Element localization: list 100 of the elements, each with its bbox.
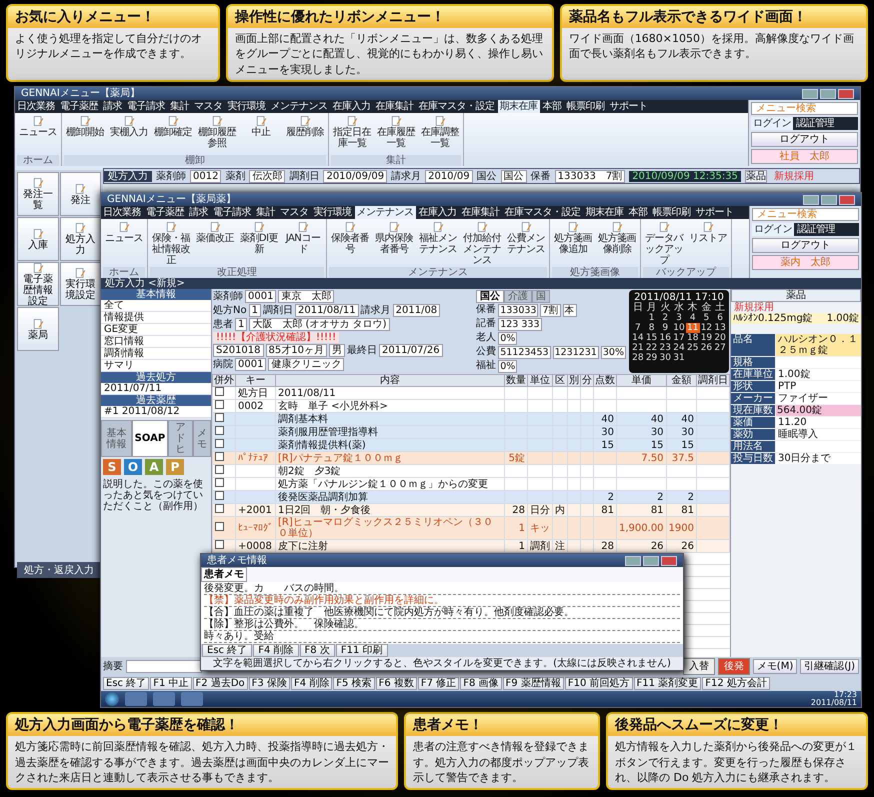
field-value[interactable]: 1 <box>248 304 261 318</box>
menu-tab[interactable]: 在庫集計 <box>460 206 502 220</box>
field-value[interactable]: 男 <box>328 344 345 358</box>
function-key[interactable]: F5 検索 <box>333 677 375 690</box>
calendar-day[interactable]: 12 <box>700 323 714 334</box>
sidebar-button[interactable]: 発注一覧 <box>17 172 58 216</box>
start-icon[interactable] <box>105 692 119 706</box>
field-value[interactable]: 2010/09 <box>425 170 473 183</box>
sidebar-button[interactable]: 発注 <box>60 172 101 216</box>
menu-tab[interactable]: 本部 <box>540 100 564 114</box>
calendar-day[interactable]: 29 <box>644 353 658 364</box>
function-key[interactable]: F1 中止 <box>150 677 192 690</box>
menu-tab[interactable]: 帳票印刷 <box>564 100 606 114</box>
calendar-day[interactable]: 31 <box>672 353 686 364</box>
calendar-day[interactable]: 14 <box>631 333 645 344</box>
ribbon-button[interactable]: JANコード <box>282 220 324 268</box>
panel-tab[interactable]: メモ <box>192 420 211 458</box>
row-checkbox[interactable] <box>215 400 224 410</box>
list-item[interactable]: サマリ <box>101 360 211 372</box>
logout-button[interactable]: ログアウト <box>751 132 858 148</box>
ribbon-button[interactable]: 棚卸開始 <box>64 114 106 156</box>
panel-tab[interactable]: 基本情報 <box>101 420 132 458</box>
ribbon-button[interactable]: リストア <box>687 220 729 268</box>
function-key[interactable]: F12 処方会計 <box>702 677 770 690</box>
function-key[interactable]: F8 次 <box>300 644 335 658</box>
window-controls[interactable] <box>802 88 854 99</box>
memo-field[interactable] <box>126 660 202 674</box>
menu-tab[interactable]: 期末在庫 <box>584 206 626 220</box>
ribbon-button[interactable]: 処方箋画像削除 <box>596 220 638 268</box>
field-value[interactable]: 2011/07/26 <box>378 344 443 358</box>
ribbon-button[interactable]: 実棚入力 <box>108 114 150 156</box>
field-value[interactable]: 大阪 太郎 (オオサカ タロウ) <box>249 318 390 332</box>
menu-tab[interactable]: 日次業務 <box>15 100 57 114</box>
drug-name[interactable]: ﾊﾙｼｵﾝ0.125mg錠 <box>733 313 813 324</box>
menu-tab[interactable]: 日次業務 <box>101 206 143 220</box>
field-value[interactable]: 0012 <box>190 170 222 183</box>
function-key[interactable]: F2 過去Do <box>192 677 248 690</box>
menu-tab[interactable]: 集計 <box>254 206 277 220</box>
row-checkbox[interactable] <box>215 426 224 436</box>
ribbon-button[interactable]: 履歴削除 <box>284 114 326 156</box>
sidebar-button[interactable]: 入庫 <box>17 217 58 262</box>
menu-tab[interactable]: 集計 <box>168 100 191 114</box>
field-value[interactable]: 伝次郎 <box>249 170 286 183</box>
logout-button[interactable]: ログアウト <box>752 238 859 254</box>
ribbon-button[interactable]: 保険・福祉情報改正 <box>150 220 192 268</box>
insurance-tab[interactable]: 国公 <box>476 290 504 304</box>
function-key[interactable]: F11 印刷 <box>336 644 388 658</box>
list-item[interactable]: 2011/07/11 <box>101 383 211 396</box>
panel-tab[interactable]: アドヒ <box>168 420 193 458</box>
menu-tab[interactable]: 在庫マスタ・設定 <box>502 206 582 220</box>
menu-tab[interactable]: マスタ <box>192 100 224 114</box>
menu-tab[interactable]: メンテナンス <box>354 206 416 220</box>
function-key[interactable]: F11 薬剤変更 <box>634 677 702 690</box>
menu-tab[interactable]: 請求 <box>187 206 210 220</box>
menu-tab[interactable]: 在庫マスタ・設定 <box>416 100 496 114</box>
sidebar-button[interactable]: 実行環境設定 <box>60 262 101 306</box>
menu-tab[interactable]: 電子請求 <box>125 100 167 114</box>
field-value[interactable]: 2011/08 <box>392 304 440 318</box>
calendar-day[interactable]: 20 <box>713 333 727 344</box>
calendar-day[interactable]: 19 <box>700 333 714 344</box>
menu-tab[interactable]: 電子請求 <box>211 206 253 220</box>
insurance-tab[interactable]: 介護 <box>504 290 532 304</box>
sidebar-button[interactable]: 処方入力 <box>60 217 101 262</box>
field-value[interactable]: 85才10ヶ月 <box>266 344 327 358</box>
calendar-day[interactable]: 4 <box>686 313 700 324</box>
calendar-day[interactable]: 25 <box>686 343 700 354</box>
function-key[interactable]: F3 保険 <box>248 677 290 690</box>
function-key[interactable]: F8 画像 <box>460 677 502 690</box>
menu-tab[interactable]: サポート <box>608 100 650 114</box>
login-tab[interactable]: ログイン <box>751 117 793 130</box>
menu-tab[interactable]: 在庫入力 <box>416 206 458 220</box>
calendar-day[interactable]: 18 <box>686 333 700 344</box>
calendar-day[interactable]: 16 <box>658 333 672 344</box>
ribbon-button[interactable]: 在庫履歴一覧 <box>375 114 417 156</box>
ribbon-button[interactable]: ニュース <box>103 220 145 268</box>
list-item[interactable]: 調剤情報 <box>101 348 211 360</box>
ribbon-button[interactable]: 指定日在庫一覧 <box>331 114 373 156</box>
menu-tab[interactable]: メンテナンス <box>268 100 330 114</box>
ribbon-button[interactable]: 薬剤DI更新 <box>238 220 280 268</box>
field-value[interactable]: 国公 <box>500 170 527 183</box>
action-button[interactable]: 後発 <box>718 658 750 676</box>
function-key[interactable]: F7 修正 <box>418 677 460 690</box>
field-value[interactable]: 0001 <box>235 358 266 372</box>
function-key[interactable]: F6 複数 <box>376 677 417 690</box>
row-checkbox[interactable] <box>215 540 224 550</box>
field-value[interactable]: 2010/09/09 <box>323 170 388 183</box>
menu-tab[interactable]: 期末在庫 <box>498 100 540 114</box>
row-checkbox[interactable] <box>215 452 224 462</box>
ribbon-button[interactable]: 棚卸確定 <box>152 114 194 156</box>
row-checkbox[interactable] <box>215 478 224 488</box>
calendar-day[interactable]: 23 <box>658 343 672 354</box>
row-checkbox[interactable] <box>215 522 224 532</box>
ribbon-button[interactable]: データバックアップ <box>643 220 685 268</box>
ribbon-button[interactable]: ニュース <box>17 114 59 156</box>
dialog-tab[interactable]: 患者メモ <box>201 567 247 582</box>
calendar-day[interactable]: 15 <box>644 333 658 344</box>
panel-tab[interactable]: SOAP <box>132 420 168 458</box>
menu-tab[interactable]: 電子薬歴 <box>58 100 100 114</box>
calendar-day[interactable]: 3 <box>672 313 686 324</box>
row-checkbox[interactable] <box>215 504 224 514</box>
